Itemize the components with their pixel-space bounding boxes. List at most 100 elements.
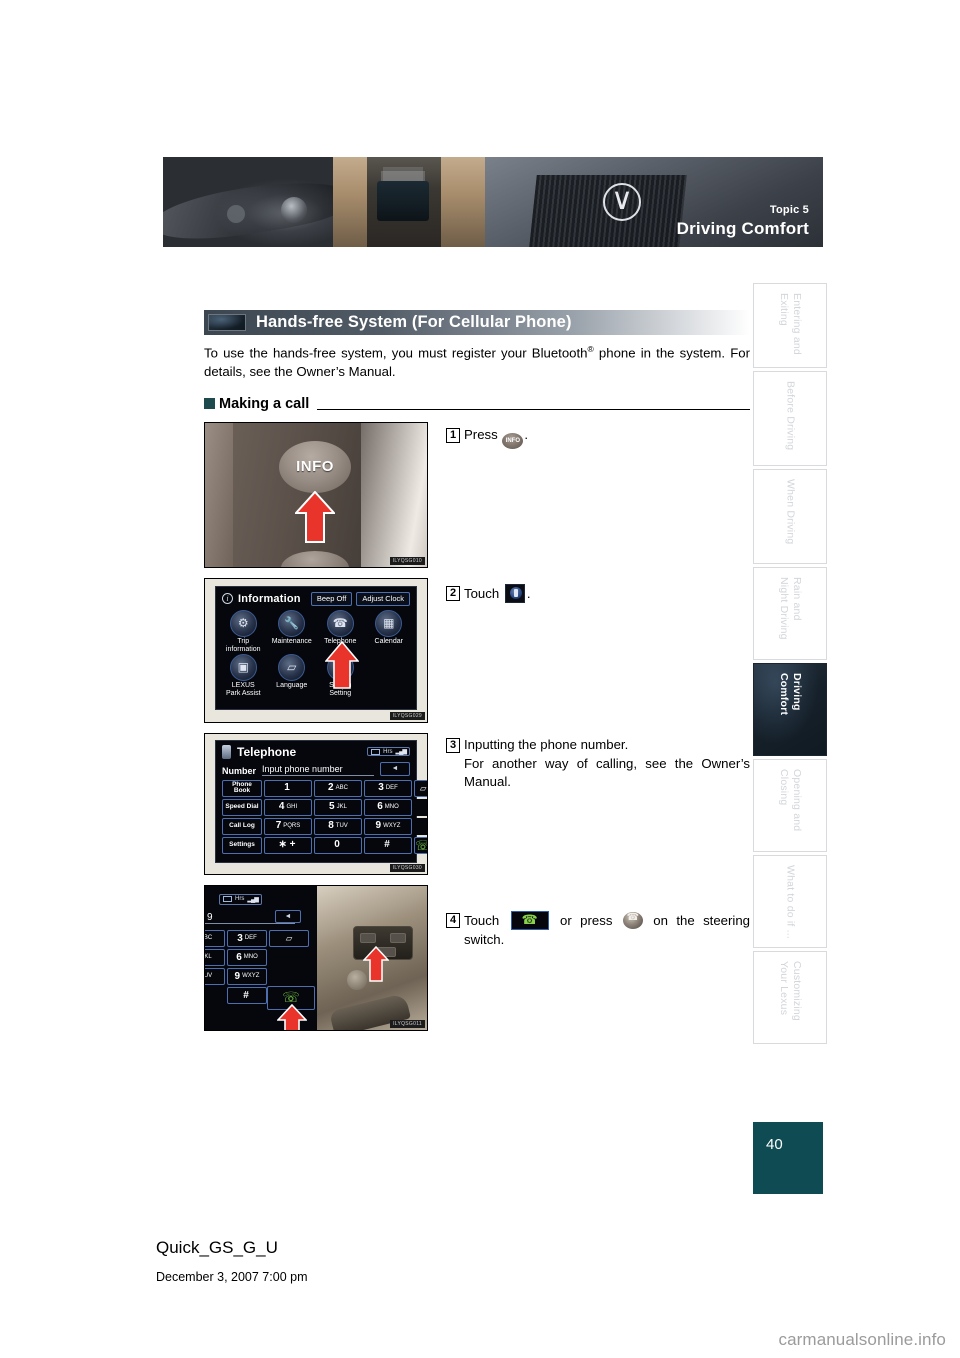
step-text: Press INFO. <box>464 426 528 449</box>
key-3[interactable]: 3 DEF <box>227 929 267 947</box>
figure-telephone-keypad: Telephone Hrs ▂▄▆ Number Input phone num… <box>204 732 428 875</box>
step-text: Touch . <box>464 583 531 604</box>
sidebar-tab-when-driving[interactable]: When Driving <box>753 469 827 564</box>
switch-display-button[interactable]: ▱ <box>414 779 427 797</box>
steering-switch-panel <box>317 885 427 1030</box>
key-call-log[interactable]: Call Log <box>222 817 262 835</box>
hours-label: Hrs <box>235 896 245 903</box>
key-letters: WXYZ <box>242 973 260 980</box>
tile-lexus-park-assist[interactable]: ▣ LEXUS Park Assist <box>219 653 268 698</box>
step-1: 1 Press INFO. <box>446 426 750 449</box>
step-text-after: . <box>524 426 529 442</box>
key-letters: DEF <box>385 785 398 792</box>
red-up-arrow-icon <box>362 945 390 982</box>
keypad-spacer <box>414 817 427 835</box>
key-partial-jkl[interactable]: KL <box>205 948 225 966</box>
keypad-spacer <box>269 968 309 985</box>
key-speed-dial[interactable]: Speed Dial <box>222 798 262 816</box>
subsection-heading-label: Making a call <box>219 395 310 412</box>
key-letters: MNO <box>243 954 258 961</box>
sidebar-tab-label: Driving Comfort <box>778 673 804 716</box>
beep-off-button[interactable]: Beep Off <box>310 591 353 606</box>
info-button-label: INFO <box>296 458 334 476</box>
phone-number-row: Number Input phone number ◄ <box>222 761 410 776</box>
key-letters: UV <box>205 973 213 980</box>
steering-phone-button[interactable] <box>360 932 376 943</box>
banner-topic-label: Topic 5 <box>769 204 809 216</box>
telephone-tile-icon <box>504 583 525 603</box>
step-text: Inputting the phone number. For another … <box>464 736 750 792</box>
key-star[interactable]: ∗ + <box>264 836 312 854</box>
banner-image-headlight <box>163 157 333 247</box>
key-0[interactable]: 0 <box>314 836 362 854</box>
key-9[interactable]: 9 WXYZ <box>364 817 412 835</box>
key-6[interactable]: 6 MNO <box>364 798 412 816</box>
steering-phone-button-icon <box>622 911 643 929</box>
key-settings[interactable]: Settings <box>222 836 262 854</box>
key-9[interactable]: 9 WXYZ <box>227 967 267 985</box>
key-7[interactable]: 7 PQRS <box>264 817 312 835</box>
key-4[interactable]: 4 GHI <box>264 798 312 816</box>
sidebar-tab-opening-and-closing[interactable]: Opening and Closing <box>753 759 827 852</box>
switch-display-button[interactable]: ▱ <box>269 929 309 947</box>
key-8[interactable]: 8 TUV <box>314 817 362 835</box>
park-assist-icon: ▣ <box>229 653 257 681</box>
key-partial-tuv[interactable]: UV <box>205 967 225 985</box>
keypad-spacer <box>205 987 225 1004</box>
sidebar-tab-driving-comfort[interactable]: Driving Comfort <box>753 663 827 756</box>
key-1[interactable]: 1 <box>264 779 312 797</box>
site-watermark: carmanualsonline.info <box>778 1330 946 1349</box>
backspace-button[interactable]: ◄ <box>275 909 301 923</box>
step-text-before: Touch <box>464 585 503 601</box>
step-number: 1 <box>446 427 460 443</box>
adjust-clock-button[interactable]: Adjust Clock <box>356 591 410 606</box>
tile-calendar[interactable]: ▦ Calendar <box>365 609 414 654</box>
key-phone-book[interactable]: Phone Book <box>222 779 262 797</box>
tile-maintenance[interactable]: 🔧 Maintenance <box>268 609 317 654</box>
step-3: 3 Inputting the phone number. For anothe… <box>446 736 750 792</box>
key-letters: BC <box>205 935 213 942</box>
phone-number-input[interactable]: Input phone number <box>262 764 374 776</box>
key-5[interactable]: 5 JKL <box>314 798 362 816</box>
red-up-arrow-icon <box>293 490 337 543</box>
key-digit: 8 <box>328 820 334 832</box>
sidebar-tab-before-driving[interactable]: Before Driving <box>753 371 827 466</box>
key-digit: 6 <box>377 801 383 813</box>
key-2[interactable]: 2 ABC <box>314 779 362 797</box>
backspace-button[interactable]: ◄ <box>380 761 410 776</box>
language-icon: ▱ <box>278 653 306 681</box>
keypad-closeup-panel: Hrs ▂▄▆ 9 ◄ BC 3DEF ▱ KL 6MNO UV <box>205 885 317 1030</box>
information-tile-grid: ⚙ Trip information 🔧 Maintenance ☎ Telep… <box>216 606 416 698</box>
call-button[interactable]: ☏ <box>414 836 427 854</box>
sidebar-tab-rain-and-night-driving[interactable]: Rain and Night Driving <box>753 567 827 660</box>
banner-image-interior <box>333 157 485 247</box>
key-letters: MNO <box>384 804 399 811</box>
sidebar-tab-customizing-your-lexus[interactable]: Customizing Your Lexus <box>753 951 827 1044</box>
key-partial-abc[interactable]: BC <box>205 929 225 947</box>
step-2: 2 Touch . <box>446 583 750 604</box>
sidebar-tab-entering-and-exiting[interactable]: Entering and Exiting <box>753 283 827 368</box>
tile-language[interactable]: ▱ Language <box>268 653 317 698</box>
tile-trip-information[interactable]: ⚙ Trip information <box>219 609 268 654</box>
key-6[interactable]: 6 MNO <box>227 948 267 966</box>
key-letters: GHI <box>286 804 298 811</box>
section-thumbnail-icon <box>208 314 246 331</box>
key-hash[interactable]: # <box>227 986 267 1004</box>
key-3[interactable]: 3 DEF <box>364 779 412 797</box>
sidebar-tab-what-to-do-if[interactable]: What to do if ... <box>753 855 827 948</box>
key-digit: ∗ + <box>278 839 296 851</box>
key-digit: 3 <box>237 932 243 944</box>
page-number: 40 <box>753 1122 823 1194</box>
steering-mode-button[interactable] <box>390 932 406 943</box>
tile-label: Trip information <box>225 637 261 653</box>
trip-information-icon: ⚙ <box>229 609 257 637</box>
step-text-before: Touch <box>464 912 508 928</box>
sidebar-tab-label: Customizing Your Lexus <box>778 961 804 1021</box>
procedure-area: INFO ILYQSG010 i Information Beep Off Ad… <box>204 421 750 1062</box>
footer-date: December 3, 2007 7:00 pm <box>156 1270 308 1284</box>
key-hash[interactable]: # <box>364 836 412 854</box>
key-letters: PQRS <box>283 823 301 830</box>
document-page: Topic 5 Driving Comfort Entering and Exi… <box>0 0 960 1358</box>
maintenance-icon: 🔧 <box>278 609 306 637</box>
figure-information-menu: i Information Beep Off Adjust Clock ⚙ Tr… <box>204 577 428 723</box>
